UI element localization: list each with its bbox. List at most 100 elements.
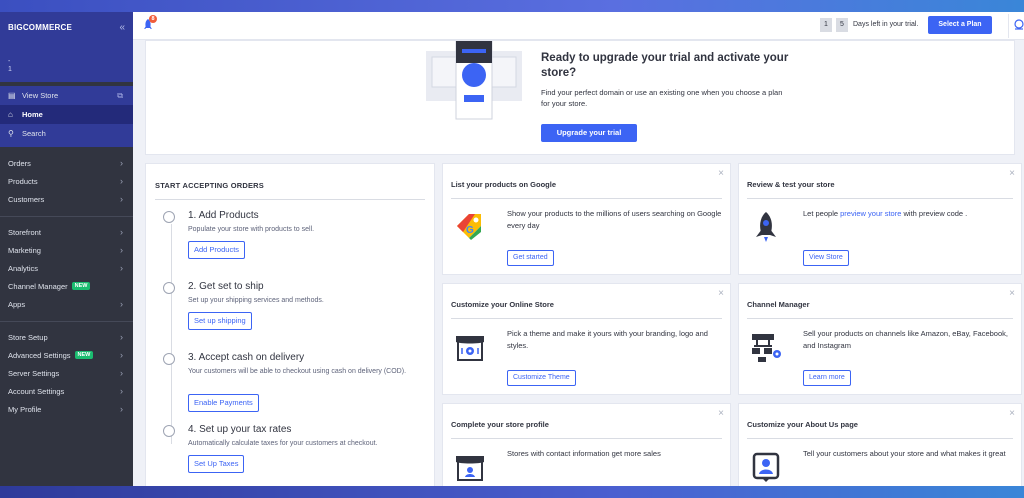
channels-icon — [752, 334, 781, 362]
card-text: Pick a theme and make it yours with your… — [507, 329, 708, 350]
banner-title: Ready to upgrade your trial and activate… — [541, 52, 789, 79]
close-icon[interactable]: × — [1009, 288, 1015, 299]
chevron-right-icon: › — [120, 245, 123, 255]
sidebar-item-storefront[interactable]: Storefront › — [0, 223, 133, 241]
sidebar-item-label: Analytics — [8, 263, 39, 273]
card-title: Complete your store profile — [451, 420, 549, 429]
step-title: 2. Get set to ship — [188, 281, 264, 292]
sidebar-item-server-settings[interactable]: Server Settings › — [0, 364, 133, 382]
sidebar-item-my-profile[interactable]: My Profile › — [0, 400, 133, 418]
sidebar-divider — [0, 216, 133, 217]
steps-timeline — [171, 224, 172, 444]
learn-more-button[interactable]: Learn more — [803, 370, 851, 386]
upgrade-illustration — [426, 41, 522, 120]
card-text: Let people preview your store with previ… — [803, 208, 1018, 220]
sidebar-item-marketing[interactable]: Marketing › — [0, 241, 133, 259]
select-plan-button[interactable]: Select a Plan — [928, 16, 992, 34]
sidebar: BIGCOMMERCE « - 1 ▤ View Store ⧉ ⌂ Home … — [0, 12, 133, 486]
start-accepting-orders-panel: START ACCEPTING ORDERS 1. Add Products P… — [145, 163, 435, 486]
set-up-shipping-button[interactable]: Set up shipping — [188, 312, 252, 330]
sidebar-item-label: Search — [22, 129, 46, 138]
sidebar-item-label: Advanced Settings — [8, 350, 71, 360]
storefront-icon — [456, 456, 484, 481]
sidebar-item-account-settings[interactable]: Account Settings › — [0, 382, 133, 400]
chevron-right-icon: › — [120, 368, 123, 378]
sidebar-item-channel-manager[interactable]: Channel Manager NEW — [0, 277, 133, 295]
add-products-button[interactable]: Add Products — [188, 241, 246, 259]
sidebar-item-analytics[interactable]: Analytics › — [0, 259, 133, 277]
home-icon: ⌂ — [8, 110, 13, 119]
card-text-part: Let people — [803, 209, 841, 218]
step-description: Automatically calculate taxes for your c… — [188, 440, 378, 447]
card-title: Customize your About Us page — [747, 420, 858, 429]
store-line-2: 1 — [8, 66, 12, 73]
window-frame-top — [0, 0, 1024, 12]
card-divider — [451, 198, 722, 199]
store-settings-icon — [456, 336, 484, 361]
days-left-text: Days left in your trial. — [853, 21, 919, 28]
close-icon[interactable]: × — [1009, 168, 1015, 179]
chevron-right-icon: › — [120, 350, 123, 360]
close-icon[interactable]: × — [718, 408, 724, 419]
sidebar-item-label: Store Setup — [8, 332, 48, 342]
sidebar-item-label: Orders — [8, 158, 31, 168]
sidebar-item-advanced-settings[interactable]: Advanced Settings NEW › — [0, 346, 133, 364]
top-bar: 8 1 5 Days left in your trial. Select a … — [133, 12, 1024, 40]
enable-payments-button[interactable]: Enable Payments — [188, 394, 259, 412]
card-customize-store: × Customize your Online Store Pick a the… — [442, 283, 731, 395]
chevron-right-icon: › — [120, 227, 123, 237]
card-text: Tell your customers about your store and… — [803, 449, 1006, 458]
store-name: - 1 — [0, 42, 133, 82]
card-text-part: with preview code . — [901, 209, 968, 218]
sidebar-item-label: Home — [22, 110, 43, 119]
sidebar-item-products[interactable]: Products › — [0, 172, 133, 190]
card-title: Customize your Online Store — [451, 300, 554, 309]
help-icon[interactable] — [1008, 14, 1024, 38]
card-divider — [451, 318, 722, 319]
new-badge: NEW — [74, 351, 94, 359]
google-tag-icon: G — [457, 214, 481, 240]
sidebar-item-label: Apps — [8, 299, 26, 309]
chevron-right-icon: › — [120, 404, 123, 414]
collapse-sidebar-icon[interactable]: « — [119, 22, 125, 33]
sidebar-item-store-setup[interactable]: Store Setup › — [0, 328, 133, 346]
card-title: List your products on Google — [451, 180, 556, 189]
sidebar-item-label: Products — [8, 176, 38, 186]
sidebar-item-label: Channel Manager — [8, 281, 68, 291]
step-circle — [163, 211, 175, 223]
sidebar-item-search[interactable]: ⚲ Search — [0, 124, 133, 143]
view-store-button[interactable]: View Store — [803, 250, 849, 266]
sidebar-item-home[interactable]: ⌂ Home — [0, 105, 133, 124]
window-frame-bottom — [0, 486, 1024, 498]
close-icon[interactable]: × — [718, 288, 724, 299]
svg-text:G: G — [466, 225, 474, 236]
upgrade-trial-button[interactable]: Upgrade your trial — [541, 124, 637, 142]
sidebar-item-view-store[interactable]: ▤ View Store ⧉ — [0, 86, 133, 105]
panel-divider — [155, 199, 425, 200]
close-icon[interactable]: × — [1009, 408, 1015, 419]
notification-count-badge: 8 — [149, 15, 157, 23]
sidebar-item-orders[interactable]: Orders › — [0, 154, 133, 172]
sidebar-item-label: Server Settings — [8, 368, 60, 378]
get-started-button[interactable]: Get started — [507, 250, 554, 266]
days-left-digit: 1 — [820, 18, 832, 32]
set-up-taxes-button[interactable]: Set Up Taxes — [188, 455, 245, 473]
store-line-1: - — [8, 58, 11, 65]
customize-theme-button[interactable]: Customize Theme — [507, 370, 576, 386]
close-icon[interactable]: × — [718, 168, 724, 179]
step-circle — [163, 353, 175, 365]
bigcommerce-logo[interactable]: BIGCOMMERCE — [8, 23, 72, 32]
external-link-icon: ⧉ — [117, 90, 123, 100]
chevron-right-icon: › — [120, 386, 123, 396]
rocket-icon — [756, 212, 776, 242]
sidebar-item-customers[interactable]: Customers › — [0, 190, 133, 208]
sidebar-item-apps[interactable]: Apps › — [0, 295, 133, 313]
search-icon: ⚲ — [8, 129, 14, 138]
storefront-icon: ▤ — [8, 91, 16, 100]
card-divider — [451, 438, 722, 439]
sidebar-item-label: View Store — [22, 91, 59, 100]
sidebar-item-label: Account Settings — [8, 386, 65, 396]
card-store-profile: × Complete your store profile Stores wit… — [442, 403, 731, 486]
step-description: Populate your store with products to sel… — [188, 226, 315, 233]
preview-store-link[interactable]: preview your store — [840, 209, 901, 218]
